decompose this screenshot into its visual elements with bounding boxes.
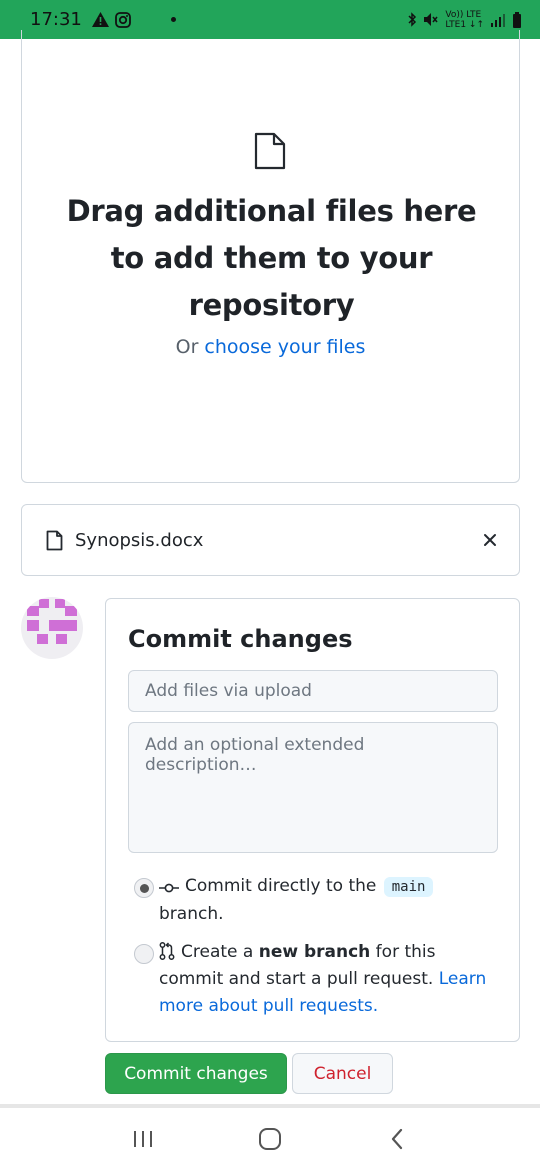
status-time: 17:31: [30, 9, 82, 30]
dropzone-subtext: Or choose your files: [175, 336, 366, 358]
battery-icon: [513, 11, 521, 28]
recent-apps-button[interactable]: [113, 1114, 173, 1164]
cancel-button[interactable]: Cancel: [292, 1053, 393, 1094]
commit-changes-button[interactable]: Commit changes: [105, 1053, 287, 1094]
commit-panel: Commit changes Commit directly to the ma…: [105, 598, 520, 1042]
recent-apps-icon: [134, 1131, 153, 1147]
network-sublabel: LTE1 ↓↑: [445, 19, 484, 30]
warning-icon: [91, 12, 109, 27]
file-dropzone[interactable]: Drag additional files here to add them t…: [21, 30, 520, 483]
file-icon: [46, 530, 63, 550]
navigation-bar: [0, 1104, 540, 1170]
file-name: Synopsis.docx: [75, 529, 204, 551]
commit-direct-option: Commit directly to the main branch.: [159, 873, 504, 928]
git-pull-request-icon: [159, 942, 175, 960]
git-commit-icon: [159, 883, 179, 893]
back-icon: [391, 1128, 402, 1150]
dropzone-title: Drag additional files here to add them t…: [66, 194, 477, 322]
home-button[interactable]: [240, 1114, 300, 1164]
file-icon: [254, 132, 286, 170]
commit-title: Commit changes: [128, 625, 353, 653]
signal-icon: [491, 13, 505, 27]
choose-files-link[interactable]: choose your files: [204, 336, 365, 358]
home-icon: [258, 1128, 281, 1150]
new-branch-option: Create a new branch for this commit and …: [159, 942, 487, 1016]
mute-icon: [424, 13, 438, 26]
branch-name: main: [383, 877, 434, 897]
bluetooth-icon: [408, 12, 417, 27]
identicon-icon: [27, 599, 77, 644]
uploaded-file-item: Synopsis.docx: [21, 504, 520, 576]
close-icon[interactable]: [483, 533, 497, 547]
commit-description-input[interactable]: [128, 722, 498, 853]
instagram-icon: [114, 11, 131, 28]
avatar: [21, 597, 83, 659]
commit-summary-input[interactable]: [128, 670, 498, 712]
back-button[interactable]: [367, 1114, 427, 1164]
network-label: Vo)) LTE: [445, 9, 482, 20]
new-branch-radio[interactable]: [134, 944, 154, 964]
commit-direct-radio[interactable]: [134, 878, 154, 898]
notification-dot-icon: [170, 17, 176, 22]
